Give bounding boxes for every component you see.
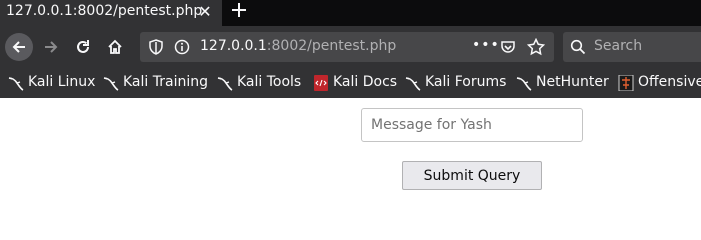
site-info-icon[interactable]	[174, 39, 190, 59]
bookmark-label: Kali Forums	[425, 74, 507, 90]
reload-button[interactable]	[69, 33, 97, 61]
plus-icon	[232, 3, 246, 17]
new-tab-button[interactable]	[228, 1, 250, 23]
bookmarks-toolbar: Kali Linux Kali Training Kali Tools Kali…	[0, 68, 701, 98]
url-bar[interactable]: 127.0.0.1:8002/pentest.php •••	[140, 32, 554, 62]
close-icon[interactable]: ✕	[196, 3, 214, 21]
pocket-icon[interactable]	[500, 39, 516, 59]
bookmark-label: Kali Docs	[333, 74, 398, 90]
message-input[interactable]	[361, 108, 583, 142]
bookmark-star-icon[interactable]	[526, 37, 546, 60]
url-path: :8002/pentest.php	[266, 38, 397, 54]
home-icon	[108, 39, 122, 54]
kali-dragon-icon	[405, 77, 421, 91]
tab-strip: 127.0.0.1:8002/pentest.php ✕	[0, 0, 701, 26]
bookmark-label: Offensive	[638, 74, 701, 90]
url-host: 127.0.0.1	[200, 38, 267, 54]
kali-docs-icon	[314, 75, 328, 91]
bookmark-label: Kali Training	[123, 74, 208, 90]
submit-query-button[interactable]: Submit Query	[402, 161, 542, 190]
page-actions-menu-icon[interactable]: •••	[472, 37, 500, 53]
navigation-toolbar: 127.0.0.1:8002/pentest.php ••• Search	[0, 26, 701, 68]
tab-title: 127.0.0.1:8002/pentest.php	[6, 3, 203, 19]
bookmark-label: NetHunter	[536, 74, 609, 90]
home-button[interactable]	[101, 33, 129, 61]
tracking-shield-icon[interactable]	[148, 39, 164, 59]
arrow-right-icon	[45, 41, 58, 53]
url-text[interactable]: 127.0.0.1:8002/pentest.php	[200, 38, 396, 54]
page-content: Submit Query	[0, 98, 701, 240]
search-icon	[570, 39, 586, 59]
offensive-security-icon	[618, 75, 634, 91]
reload-icon	[77, 40, 89, 53]
kali-dragon-icon	[217, 77, 233, 91]
arrow-left-icon	[12, 41, 25, 53]
bookmark-label: Kali Linux	[28, 74, 96, 90]
search-placeholder: Search	[594, 38, 643, 54]
tab-active[interactable]: 127.0.0.1:8002/pentest.php ✕	[0, 0, 222, 26]
bookmark-label: Kali Tools	[237, 74, 302, 90]
search-bar[interactable]: Search	[563, 32, 701, 62]
kali-dragon-icon	[103, 77, 119, 91]
back-button[interactable]	[5, 33, 33, 61]
kali-dragon-icon	[516, 77, 532, 91]
forward-button[interactable]	[37, 33, 65, 61]
kali-dragon-icon	[8, 77, 24, 91]
